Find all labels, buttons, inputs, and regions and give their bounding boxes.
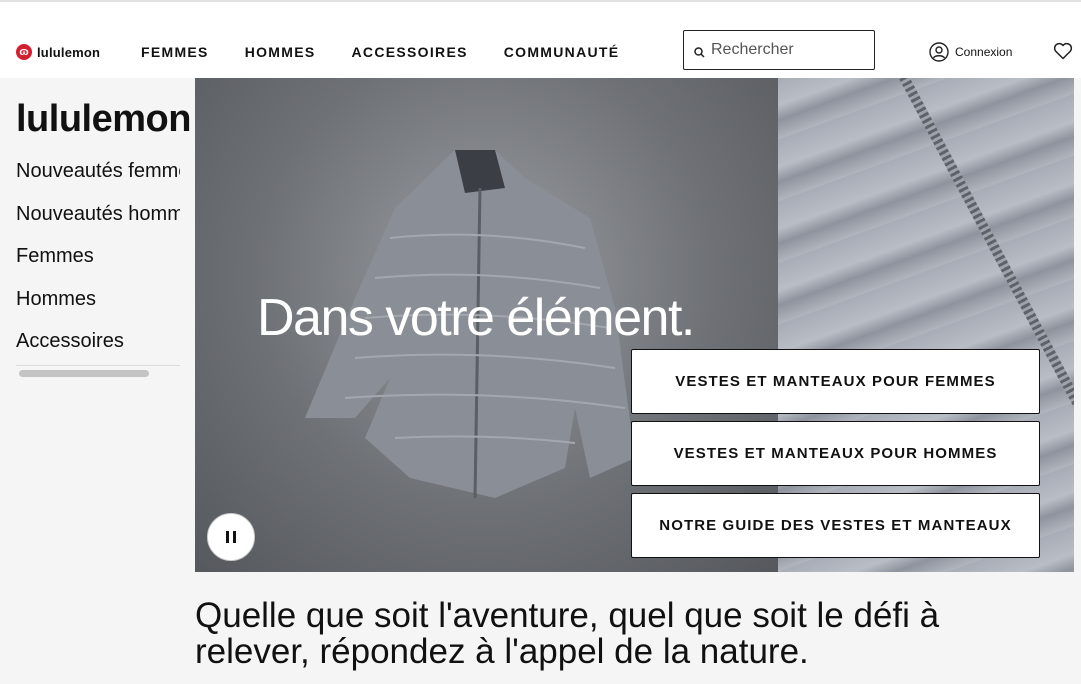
account-label: Connexion xyxy=(955,45,1013,59)
pause-icon xyxy=(226,531,236,543)
sidebar-item-femmes[interactable]: Femmes xyxy=(16,245,180,288)
nav-femmes[interactable]: FEMMES xyxy=(141,44,209,60)
search-icon xyxy=(694,46,705,58)
sidebar-item-nouveautes-hommes[interactable]: Nouveautés hommes xyxy=(16,203,180,246)
nav-hommes[interactable]: HOMMES xyxy=(245,44,316,60)
nav-communaute[interactable]: COMMUNAUTÉ xyxy=(504,44,620,60)
wishlist-button[interactable] xyxy=(1053,42,1073,65)
lululemon-logo-icon: ɷ xyxy=(16,44,32,60)
heart-icon xyxy=(1053,42,1073,60)
horizontal-scrollbar[interactable] xyxy=(16,365,180,379)
nav-accessoires[interactable]: ACCESSOIRES xyxy=(352,44,468,60)
logo-text: lululemon xyxy=(37,44,101,60)
site-header: ɷ lululemon FEMMES HOMMES ACCESSOIRES CO… xyxy=(0,0,1081,78)
sidebar: lululemon Nouveautés femmes Nouveautés h… xyxy=(0,78,195,684)
pause-button[interactable] xyxy=(207,513,255,561)
hero-headline: Dans votre élément. xyxy=(257,289,695,347)
sidebar-brand: lululemon xyxy=(16,98,191,140)
sidebar-list: Nouveautés femmes Nouveautés hommes Femm… xyxy=(16,160,180,373)
hero-banner: Dans votre élément. VESTES ET MANTEAUX P… xyxy=(195,78,1074,572)
sidebar-item-hommes[interactable]: Hommes xyxy=(16,288,180,331)
sidebar-item-nouveautes-femmes[interactable]: Nouveautés femmes xyxy=(16,160,180,203)
search-box[interactable] xyxy=(683,30,875,70)
cta-femmes-button[interactable]: VESTES ET MANTEAUX POUR FEMMES xyxy=(631,349,1040,414)
main-nav: FEMMES HOMMES ACCESSOIRES COMMUNAUTÉ xyxy=(141,44,655,60)
logo[interactable]: ɷ lululemon xyxy=(16,44,100,60)
cta-guide-button[interactable]: NOTRE GUIDE DES VESTES ET MANTEAUX xyxy=(631,493,1040,558)
cta-hommes-button[interactable]: VESTES ET MANTEAUX POUR HOMMES xyxy=(631,421,1040,486)
tagline-text: Quelle que soit l'aventure, quel que soi… xyxy=(195,596,940,671)
user-icon xyxy=(929,42,949,62)
search-input[interactable] xyxy=(711,41,861,59)
scrollbar-thumb[interactable] xyxy=(19,370,149,377)
account-link[interactable]: Connexion xyxy=(929,42,1012,62)
